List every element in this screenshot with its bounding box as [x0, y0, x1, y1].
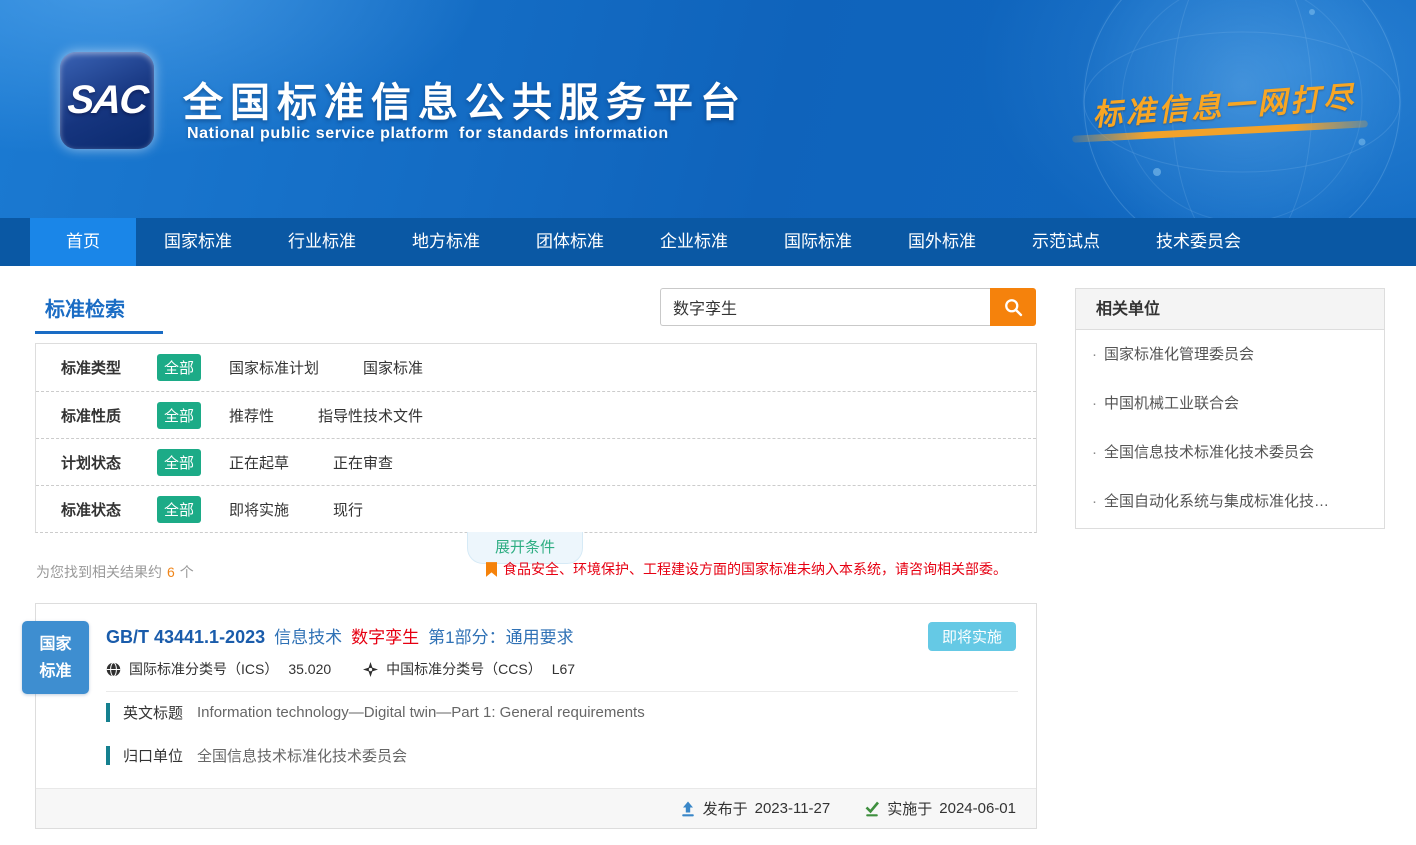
sidebar-item-nits[interactable]: 全国信息技术标准化技术委员会 — [1076, 428, 1384, 477]
filter-option[interactable]: 国家标准 — [363, 357, 423, 378]
publish-date: 2023-11-27 — [755, 800, 831, 817]
check-icon — [864, 801, 880, 817]
card-footer: 发布于 2023-11-27 实施于 2024-06-01 — [36, 788, 1036, 828]
filter-option[interactable]: 指导性技术文件 — [318, 405, 423, 426]
filter-panel: 标准类型 全部 国家标准计划 国家标准 标准性质 全部 推荐性 指导性技术文件 … — [35, 343, 1037, 533]
nav-item-pilot-programs[interactable]: 示范试点 — [1004, 218, 1128, 266]
nav-item-local-standards[interactable]: 地方标准 — [384, 218, 508, 266]
search-box — [660, 288, 1036, 326]
filter-all-button[interactable]: 全部 — [157, 496, 201, 523]
results-summary: 为您找到相关结果约 6个 — [36, 562, 194, 582]
filter-option[interactable]: 推荐性 — [229, 405, 274, 426]
site-subtitle: National public service platform for sta… — [187, 125, 669, 143]
filter-all-button[interactable]: 全部 — [157, 354, 201, 381]
standard-title-highlight: 数字孪生 — [351, 623, 419, 648]
implement-label: 实施于 — [887, 798, 932, 819]
detail-bar — [106, 746, 110, 765]
filter-row-standard-type: 标准类型 全部 国家标准计划 国家标准 — [36, 344, 1036, 391]
publish-label: 发布于 — [703, 798, 748, 819]
filter-all-button[interactable]: 全部 — [157, 449, 201, 476]
standard-code: GB/T 43441.1-2023 — [106, 627, 265, 648]
card-divider — [106, 691, 1018, 692]
upload-icon — [680, 801, 696, 817]
filter-label: 标准类型 — [61, 357, 139, 378]
sidebar-item-automation[interactable]: 全国自动化系统与集成标准化技… — [1076, 477, 1384, 526]
nav-item-industry-standards[interactable]: 行业标准 — [260, 218, 384, 266]
standard-title-part2: 第1部分：通用要求 — [428, 623, 573, 648]
filter-option[interactable]: 现行 — [333, 499, 363, 520]
implement-date-item: 实施于 2024-06-01 — [864, 798, 1016, 819]
sac-logo-text: SAC — [65, 78, 148, 123]
results-summary-prefix: 为您找到相关结果约 — [36, 564, 162, 580]
nav-item-home[interactable]: 首页 — [30, 218, 136, 266]
filter-row-standard-status: 标准状态 全部 即将实施 现行 — [36, 485, 1036, 532]
sac-logo: SAC — [60, 52, 154, 149]
filter-option[interactable]: 即将实施 — [229, 499, 289, 520]
english-title-value: Information technology—Digital twin—Part… — [197, 704, 645, 721]
globe-icon — [106, 662, 121, 677]
implement-date: 2024-06-01 — [939, 800, 1016, 817]
department-value: 全国信息技术标准化技术委员会 — [197, 745, 407, 766]
filter-label: 计划状态 — [61, 452, 139, 473]
site-header: SAC 全国标准信息公共服务平台 National public service… — [0, 0, 1416, 218]
notice-text: 食品安全、环境保护、工程建设方面的国家标准未纳入本系统，请咨询相关部委。 — [503, 559, 1007, 579]
publish-date-item: 发布于 2023-11-27 — [680, 798, 831, 819]
search-input[interactable] — [660, 288, 990, 326]
filter-option[interactable]: 国家标准计划 — [229, 357, 319, 378]
filter-option[interactable]: 正在起草 — [229, 452, 289, 473]
filter-options: 国家标准计划 国家标准 — [229, 357, 423, 378]
main-nav: 首页 国家标准 行业标准 地方标准 团体标准 企业标准 国际标准 国外标准 示范… — [0, 218, 1416, 266]
nav-item-national-standards[interactable]: 国家标准 — [136, 218, 260, 266]
results-count: 6 — [167, 564, 175, 580]
standard-title-link[interactable]: GB/T 43441.1-2023 信息技术 数字孪生 第1部分：通用要求 — [106, 623, 916, 648]
standard-type-tag-line2: 标准 — [22, 658, 89, 685]
nav-item-group-standards[interactable]: 团体标准 — [508, 218, 632, 266]
filter-all-button[interactable]: 全部 — [157, 402, 201, 429]
filter-label: 标准性质 — [61, 405, 139, 426]
filter-option[interactable]: 正在审查 — [333, 452, 393, 473]
nav-item-technical-committees[interactable]: 技术委员会 — [1128, 218, 1269, 266]
filter-row-plan-status: 计划状态 全部 正在起草 正在审查 — [36, 438, 1036, 485]
ics-value: 35.020 — [288, 661, 331, 677]
sidebar-item-cmif[interactable]: 中国机械工业联合会 — [1076, 379, 1384, 428]
english-title-label: 英文标题 — [123, 702, 183, 723]
compass-icon — [363, 662, 378, 677]
sidebar-item-sac[interactable]: 国家标准化管理委员会 — [1076, 330, 1384, 379]
status-badge: 即将实施 — [928, 622, 1016, 651]
ccs-label: 中国标准分类号（CCS） — [386, 659, 542, 679]
results-summary-suffix: 个 — [180, 564, 194, 580]
nav-item-international-standards[interactable]: 国际标准 — [756, 218, 880, 266]
page-title-underline — [35, 331, 163, 334]
page: SAC 全国标准信息公共服务平台 National public service… — [0, 0, 1416, 845]
search-button[interactable] — [990, 288, 1036, 326]
filter-options: 推荐性 指导性技术文件 — [229, 405, 423, 426]
department-label: 归口单位 — [123, 745, 183, 766]
standard-type-tag: 国家 标准 — [22, 621, 89, 694]
system-notice: 食品安全、环境保护、工程建设方面的国家标准未纳入本系统，请咨询相关部委。 — [486, 559, 1007, 579]
filter-options: 正在起草 正在审查 — [229, 452, 393, 473]
filter-options: 即将实施 现行 — [229, 499, 363, 520]
department-row: 归口单位 全国信息技术标准化技术委员会 — [106, 745, 407, 766]
bookmark-icon — [486, 562, 497, 577]
page-title: 标准检索 — [45, 293, 125, 322]
standard-title-part1: 信息技术 — [274, 623, 342, 648]
sidebar-title: 相关单位 — [1076, 289, 1384, 330]
filter-label: 标准状态 — [61, 499, 139, 520]
ics-label: 国际标准分类号（ICS） — [129, 659, 278, 679]
standard-type-tag-line1: 国家 — [22, 631, 89, 658]
nav-item-enterprise-standards[interactable]: 企业标准 — [632, 218, 756, 266]
nav-item-foreign-standards[interactable]: 国外标准 — [880, 218, 1004, 266]
english-title-row: 英文标题 Information technology—Digital twin… — [106, 702, 645, 723]
filter-row-standard-nature: 标准性质 全部 推荐性 指导性技术文件 — [36, 391, 1036, 438]
detail-bar — [106, 703, 110, 722]
search-icon — [1003, 297, 1024, 318]
site-title: 全国标准信息公共服务平台 — [183, 70, 747, 128]
related-organizations-panel: 相关单位 国家标准化管理委员会 中国机械工业联合会 全国信息技术标准化技术委员会… — [1075, 288, 1385, 529]
result-card: 国家 标准 GB/T 43441.1-2023 信息技术 数字孪生 第1部分：通… — [35, 603, 1037, 829]
ccs-value: L67 — [552, 661, 575, 677]
classification-row: 国际标准分类号（ICS） 35.020 中国标准分类号（CCS） L67 — [106, 659, 575, 679]
